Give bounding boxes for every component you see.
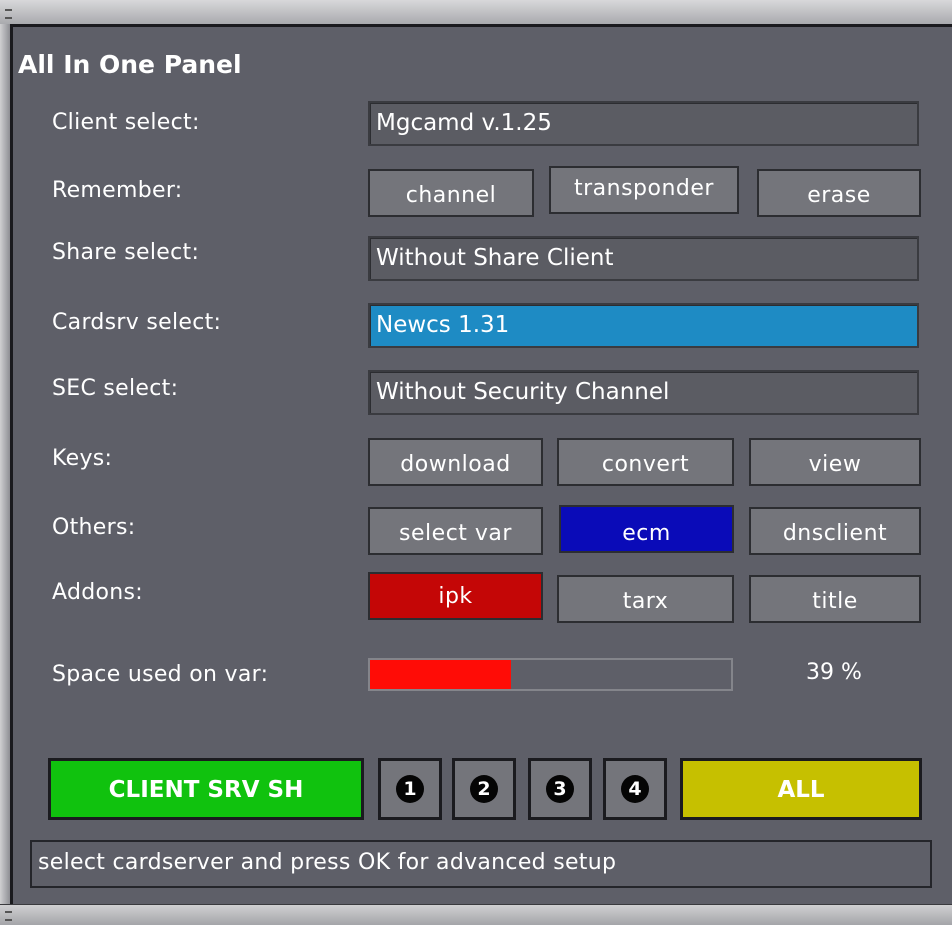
number-2-button[interactable]: 2 bbox=[452, 758, 516, 820]
keys-view-button[interactable]: view bbox=[749, 438, 921, 486]
client-select-label: Client select: bbox=[52, 110, 200, 135]
number-1-button[interactable]: 1 bbox=[378, 758, 442, 820]
others-ecm-button[interactable]: ecm bbox=[559, 505, 734, 553]
share-select-label: Share select: bbox=[52, 240, 200, 265]
addons-label: Addons: bbox=[52, 580, 143, 605]
others-select-var-button[interactable]: select var bbox=[368, 507, 543, 555]
all-button[interactable]: ALL bbox=[680, 758, 922, 820]
keys-convert-button[interactable]: convert bbox=[557, 438, 734, 486]
panel-title: All In One Panel bbox=[18, 50, 242, 79]
keys-download-button[interactable]: download bbox=[368, 438, 543, 486]
number-3-icon: 3 bbox=[546, 775, 574, 803]
client-srv-sh-button[interactable]: CLIENT SRV SH bbox=[48, 758, 364, 820]
remember-erase-button[interactable]: erase bbox=[757, 169, 921, 217]
status-bar: select cardserver and press OK for advan… bbox=[30, 840, 932, 888]
client-select-field[interactable]: Mgcamd v.1.25 bbox=[368, 101, 919, 146]
sec-select-field[interactable]: Without Security Channel bbox=[368, 370, 919, 415]
number-4-button[interactable]: 4 bbox=[603, 758, 667, 820]
remember-transponder-button[interactable]: transponder bbox=[549, 166, 739, 214]
number-2-icon: 2 bbox=[470, 775, 498, 803]
number-3-button[interactable]: 3 bbox=[528, 758, 592, 820]
others-dnsclient-button[interactable]: dnsclient bbox=[749, 507, 921, 555]
addons-title-button[interactable]: title bbox=[749, 575, 921, 623]
remember-label: Remember: bbox=[52, 178, 183, 203]
remember-channel-button[interactable]: channel bbox=[368, 169, 534, 217]
space-used-progress-fill bbox=[370, 660, 511, 689]
window-grip-bottom-icon bbox=[5, 911, 12, 921]
number-1-icon: 1 bbox=[396, 775, 424, 803]
space-used-percent: 39 % bbox=[806, 660, 862, 685]
cardsrv-select-label: Cardsrv select: bbox=[52, 310, 222, 335]
window-title-bar bbox=[0, 0, 952, 25]
space-used-progress-bar bbox=[368, 658, 733, 691]
addons-ipk-button[interactable]: ipk bbox=[368, 572, 543, 620]
addons-tarx-button[interactable]: tarx bbox=[557, 575, 734, 623]
others-label: Others: bbox=[52, 515, 136, 540]
share-select-field[interactable]: Without Share Client bbox=[368, 236, 919, 281]
window-bottom-bar bbox=[0, 904, 952, 925]
window-grip-icon bbox=[5, 9, 12, 19]
sec-select-label: SEC select: bbox=[52, 376, 179, 401]
cardsrv-select-field[interactable]: Newcs 1.31 bbox=[368, 303, 919, 348]
keys-label: Keys: bbox=[52, 446, 113, 471]
space-used-label: Space used on var: bbox=[52, 662, 269, 687]
window-frame-left bbox=[0, 24, 10, 904]
number-4-icon: 4 bbox=[621, 775, 649, 803]
